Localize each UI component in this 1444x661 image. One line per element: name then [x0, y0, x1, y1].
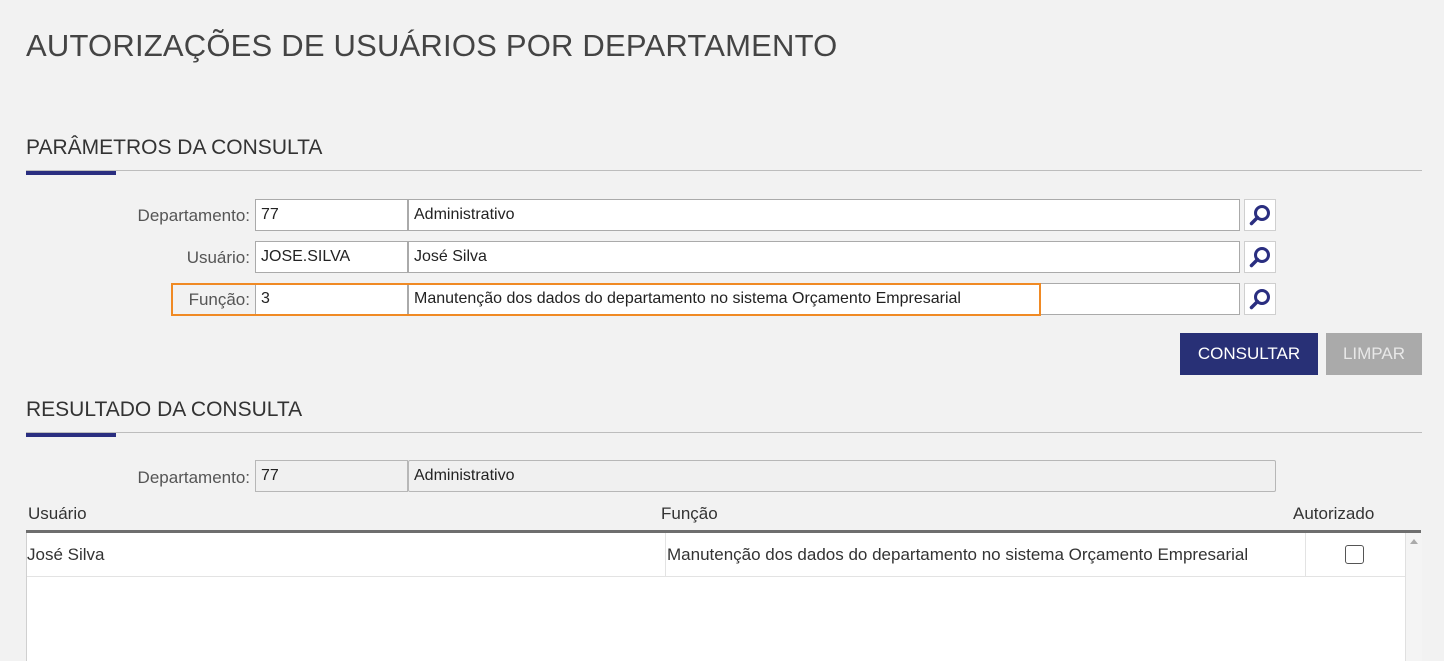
funcao-lookup-button[interactable]	[1244, 283, 1276, 315]
result-grid: José Silva Manutenção dos dados do depar…	[26, 533, 1406, 661]
result-section-title: RESULTADO DA CONSULTA	[26, 398, 303, 421]
row-funcao-cell: Manutenção dos dados do departamento no …	[667, 545, 1249, 564]
row-usuario-cell: José Silva	[27, 545, 105, 564]
grid-scrollbar[interactable]	[1405, 533, 1422, 661]
departamento-label: Departamento:	[137, 206, 250, 225]
table-row[interactable]: José Silva Manutenção dos dados do depar…	[27, 533, 1406, 577]
column-header-usuario[interactable]: Usuário	[28, 504, 87, 524]
departamento-lookup-button[interactable]	[1244, 199, 1276, 231]
consultar-button[interactable]: CONSULTAR	[1180, 333, 1318, 375]
magnifier-icon	[1249, 247, 1270, 268]
funcao-code-input[interactable]: 3	[255, 283, 408, 315]
funcao-name-input[interactable]: Manutenção dos dados do departamento no …	[408, 283, 1240, 315]
result-section-accent	[26, 433, 116, 437]
usuario-name-input[interactable]: José Silva	[408, 241, 1240, 273]
autorizado-checkbox[interactable]	[1345, 545, 1364, 564]
departamento-name-input[interactable]: Administrativo	[408, 199, 1240, 231]
column-header-autorizado[interactable]: Autorizado	[1293, 504, 1374, 524]
result-departamento-label: Departamento:	[137, 468, 250, 487]
params-section-title: PARÂMETROS DA CONSULTA	[26, 136, 323, 159]
limpar-button[interactable]: LIMPAR	[1326, 333, 1422, 375]
scroll-up-arrow-icon[interactable]	[1410, 539, 1418, 544]
usuario-lookup-button[interactable]	[1244, 241, 1276, 273]
departamento-code-input[interactable]: 77	[255, 199, 408, 231]
usuario-code-input[interactable]: JOSE.SILVA	[255, 241, 408, 273]
usuario-label: Usuário:	[186, 248, 250, 267]
params-section-divider	[26, 170, 1422, 171]
magnifier-icon	[1249, 205, 1270, 226]
magnifier-icon	[1249, 289, 1270, 310]
cell-divider	[1305, 533, 1306, 577]
funcao-label: Função:	[188, 290, 250, 309]
column-header-funcao[interactable]: Função	[661, 504, 718, 524]
page-title: AUTORIZAÇÕES DE USUÁRIOS POR DEPARTAMENT…	[26, 28, 838, 63]
params-section-accent	[26, 171, 116, 175]
result-departamento-name: Administrativo	[408, 460, 1276, 492]
result-departamento-code: 77	[255, 460, 408, 492]
cell-divider	[665, 533, 666, 577]
result-section-divider	[26, 432, 1422, 433]
